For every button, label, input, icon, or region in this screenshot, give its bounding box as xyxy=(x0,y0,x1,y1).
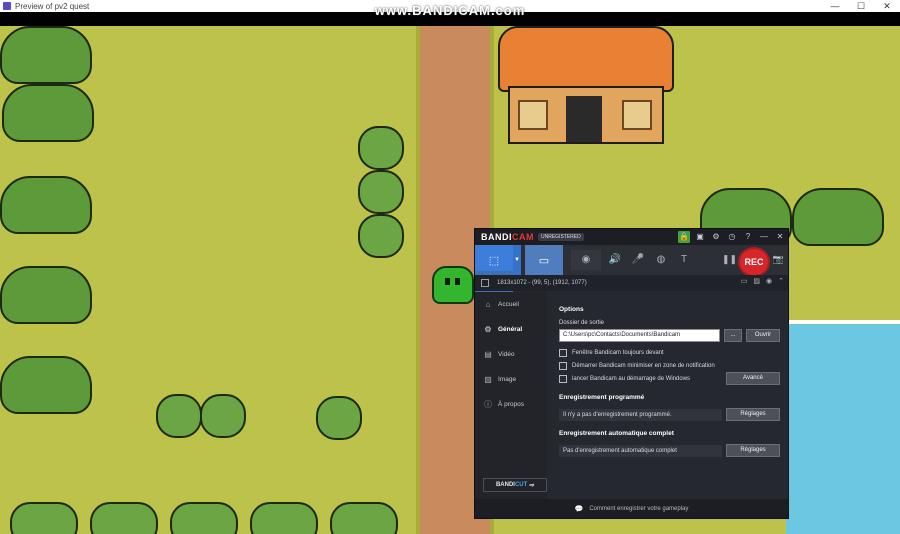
tree xyxy=(792,188,884,256)
auto-settings-button[interactable]: Réglages xyxy=(726,444,780,457)
launch-at-startup-checkbox[interactable]: lancer Bandicam au démarrage de Windows xyxy=(559,372,722,385)
bandicam-header: BANDICAM UNREGISTERED 🔒 ▣ ⚙ ◷ ? — ✕ xyxy=(475,229,788,245)
webcam-overlay-icon[interactable]: ▭ xyxy=(741,277,748,285)
scheduled-recording-heading: Enregistrement programmé xyxy=(559,394,645,401)
tree xyxy=(2,84,94,152)
scheduled-settings-button[interactable]: Réglages xyxy=(726,408,780,421)
bush xyxy=(10,502,78,534)
webcam-icon[interactable]: ◉ xyxy=(571,250,601,270)
options-heading: Options xyxy=(559,306,584,313)
info-icon: ⓘ xyxy=(484,400,492,409)
minimize-button[interactable]: — xyxy=(822,0,848,12)
bandicut-button[interactable]: BANDI CUT ⇨ xyxy=(483,478,547,492)
sidebar-item-a-propos[interactable]: ⓘ À propos xyxy=(475,392,547,417)
image-icon[interactable]: ▨ xyxy=(753,277,760,285)
capture-resolution: 1813x1072 - (99, 5), (1912, 1077) xyxy=(497,280,587,286)
bush xyxy=(316,396,362,440)
bush xyxy=(90,502,158,534)
tree xyxy=(0,266,92,334)
tree xyxy=(0,176,92,244)
screenshot-icon[interactable]: 📷 xyxy=(773,254,784,265)
chat-icon: 💬 xyxy=(574,505,584,513)
output-folder-field[interactable]: C:\Users\pc\Contacts\Documents\Bandicam xyxy=(559,329,720,342)
start-minimized-checkbox[interactable]: Démarrer Bandicam minimiser en zone de n… xyxy=(559,359,780,372)
player-slime xyxy=(432,266,474,304)
bush xyxy=(156,394,202,438)
hdmi-mode-button[interactable]: ▭ xyxy=(525,245,563,275)
sidebar-item-image[interactable]: ▨ Image xyxy=(475,367,547,392)
window-title: Preview of pv2 quest xyxy=(15,1,90,11)
scheduled-recording-status: Il n'y a pas d'enregistrement programmé. xyxy=(559,408,722,421)
capture-info-bar: 1813x1072 - (99, 5), (1912, 1077) ▭ ▨ ◉ … xyxy=(475,275,788,291)
tree xyxy=(0,356,92,424)
close-icon[interactable]: ✕ xyxy=(774,231,786,243)
folder-icon[interactable]: ▣ xyxy=(694,231,706,243)
settings-icon[interactable]: ⚙ xyxy=(710,231,722,243)
sidebar-item-video[interactable]: ▤ Vidéo xyxy=(475,342,547,367)
audio-icon[interactable]: ◉ xyxy=(766,277,772,285)
region-checkbox[interactable] xyxy=(481,279,489,287)
rec-button[interactable]: REC xyxy=(738,247,770,277)
auto-recording-heading: Enregistrement automatique complet xyxy=(559,430,674,437)
gameplay-help-link[interactable]: 💬 Comment enregistrer votre gameplay xyxy=(475,499,788,518)
lock-icon[interactable]: 🔒 xyxy=(678,231,690,243)
speaker-icon[interactable]: 🔊 xyxy=(606,250,624,270)
output-folder-label: Dossier de sortie xyxy=(559,320,605,326)
bush xyxy=(330,502,398,534)
bush xyxy=(358,170,404,214)
bush xyxy=(358,214,404,258)
general-settings-panel: Options Dossier de sortie C:\Users\pc\Co… xyxy=(547,292,788,499)
film-icon: ▤ xyxy=(484,350,492,359)
house xyxy=(498,26,674,144)
home-icon: ⌂ xyxy=(485,300,491,309)
water xyxy=(786,320,900,534)
open-button[interactable]: Ouvrir xyxy=(746,329,780,342)
browse-button[interactable]: ... xyxy=(724,329,742,342)
bandicam-logo: BANDICAM xyxy=(481,232,534,242)
tree xyxy=(0,26,92,94)
bandicam-sidebar: ⌂ Accueil ⚙ Général ▤ Vidéo ▨ Image ⓘ À propo… xyxy=(475,292,547,499)
text-icon[interactable]: T xyxy=(675,250,693,270)
sidebar-item-accueil[interactable]: ⌂ Accueil xyxy=(475,292,547,317)
microphone-icon[interactable]: 🎤 xyxy=(629,250,647,270)
mode-dropdown-button[interactable]: ▼ xyxy=(513,245,521,275)
house-door xyxy=(566,96,602,142)
mic-mix-icon[interactable]: ◍ xyxy=(652,250,670,270)
bandicam-window: BANDICAM UNREGISTERED 🔒 ▣ ⚙ ◷ ? — ✕ ⬚ ▼ … xyxy=(474,228,789,519)
clock-icon[interactable]: ◷ xyxy=(726,231,738,243)
close-button[interactable]: ✕ xyxy=(874,0,900,12)
bush xyxy=(200,394,246,438)
app-icon xyxy=(3,2,11,10)
always-on-top-checkbox[interactable]: Fenêtre Bandicam toujours devant xyxy=(559,346,780,359)
auto-recording-status: Pas d'enregistrement automatique complet xyxy=(559,444,722,457)
advanced-button[interactable]: Avancé xyxy=(726,372,780,385)
picture-icon: ▨ xyxy=(484,375,492,384)
unregistered-badge: UNREGISTERED xyxy=(538,233,584,241)
pause-icon[interactable]: ❚❚ xyxy=(722,254,737,265)
bush xyxy=(170,502,238,534)
bush xyxy=(250,502,318,534)
bandicam-watermark: www.BANDICAM.com xyxy=(374,3,526,18)
sidebar-item-general[interactable]: ⚙ Général xyxy=(475,317,547,342)
gear-icon: ⚙ xyxy=(484,325,492,334)
maximize-button[interactable]: ☐ xyxy=(848,0,874,12)
bush xyxy=(358,126,404,170)
arrow-icon: ⇨ xyxy=(528,482,535,489)
help-icon[interactable]: ? xyxy=(742,231,754,243)
minimize-icon[interactable]: — xyxy=(758,231,770,243)
bandicam-toolbar: ⬚ ▼ ▭ 🎮 ◉ 🔊 🎤 ◍ T ❚❚ REC 📷 xyxy=(475,245,788,301)
collapse-icon[interactable]: ⌃ xyxy=(778,277,784,285)
